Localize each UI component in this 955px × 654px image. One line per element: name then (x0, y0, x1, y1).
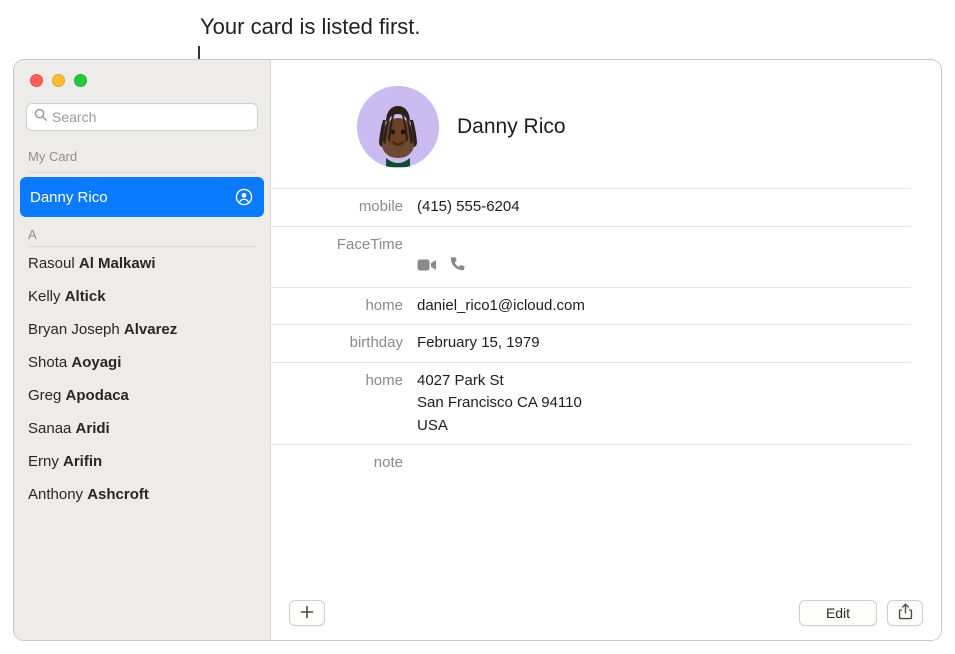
search-icon (33, 107, 48, 127)
card-header: Danny Rico (271, 60, 941, 188)
first-name: Anthony (28, 486, 83, 503)
search-box[interactable] (26, 103, 258, 131)
last-name: Alvarez (124, 321, 177, 338)
zoom-window-button[interactable] (74, 74, 87, 87)
field-label: note (271, 452, 417, 475)
first-name: Erny (28, 453, 59, 470)
avatar[interactable] (357, 86, 439, 168)
last-name: Aoyagi (71, 354, 121, 371)
last-name: Aridi (76, 420, 110, 437)
person-circle-icon (234, 187, 254, 207)
contact-name-label: Danny Rico (30, 189, 108, 206)
list-item[interactable]: Kelly Altick (14, 280, 270, 313)
phone-icon[interactable] (449, 234, 465, 280)
last-name: Apodaca (66, 387, 129, 404)
contacts-window: My Card Danny Rico A Rasoul Al Malkawi K… (13, 59, 942, 641)
field-row-note: note (271, 444, 911, 482)
divider (28, 172, 256, 173)
video-icon[interactable] (417, 234, 437, 279)
add-contact-button[interactable] (289, 600, 325, 626)
list-item[interactable]: Erny Arifin (14, 445, 270, 478)
search-container (14, 96, 270, 139)
field-label: home (271, 370, 417, 438)
field-label: birthday (271, 332, 417, 355)
list-item[interactable]: Sanaa Aridi (14, 412, 270, 445)
field-row-address: home 4027 Park St San Francisco CA 94110… (271, 362, 911, 445)
bottom-toolbar: Edit (271, 586, 941, 640)
last-name: Al Malkawi (79, 255, 156, 272)
contact-detail-pane: Danny Rico mobile (415) 555-6204 FaceTim… (271, 60, 941, 640)
last-name: Ashcroft (87, 486, 149, 503)
toolbar-right-group: Edit (799, 600, 923, 626)
field-label: FaceTime (271, 234, 417, 280)
annotation-text: Your card is listed first. (200, 14, 421, 40)
window-traffic-lights (14, 60, 270, 96)
contact-list[interactable]: My Card Danny Rico A Rasoul Al Malkawi K… (14, 139, 270, 640)
section-header-A: A (14, 221, 270, 244)
field-row-facetime: FaceTime (271, 226, 911, 287)
list-item[interactable]: Shota Aoyagi (14, 346, 270, 379)
field-row-email: home daniel_rico1@icloud.com (271, 287, 911, 325)
field-label: home (271, 295, 417, 318)
list-item[interactable]: Anthony Ashcroft (14, 478, 270, 511)
field-value[interactable]: daniel_rico1@icloud.com (417, 295, 585, 318)
field-value: February 15, 1979 (417, 332, 540, 355)
plus-icon (300, 605, 314, 622)
field-row-mobile: mobile (415) 555-6204 (271, 188, 911, 226)
search-input[interactable] (52, 109, 251, 125)
list-item[interactable]: Rasoul Al Malkawi (14, 247, 270, 280)
first-name: Bryan Joseph (28, 321, 120, 338)
contact-display-name: Danny Rico (457, 115, 566, 139)
list-item-mycard[interactable]: Danny Rico (20, 177, 264, 217)
minimize-window-button[interactable] (52, 74, 65, 87)
last-name: Arifin (63, 453, 102, 470)
first-name: Kelly (28, 288, 61, 305)
section-header-mycard: My Card (14, 139, 270, 170)
list-item[interactable]: Bryan Joseph Alvarez (14, 313, 270, 346)
share-button[interactable] (887, 600, 923, 626)
edit-button-label: Edit (826, 605, 850, 621)
first-name: Greg (28, 387, 61, 404)
facetime-actions (417, 234, 465, 280)
field-value[interactable]: (415) 555-6204 (417, 196, 520, 219)
sidebar: My Card Danny Rico A Rasoul Al Malkawi K… (14, 60, 271, 640)
field-row-birthday: birthday February 15, 1979 (271, 324, 911, 362)
list-item[interactable]: Greg Apodaca (14, 379, 270, 412)
first-name: Shota (28, 354, 67, 371)
share-icon (898, 603, 913, 623)
field-label: mobile (271, 196, 417, 219)
field-value[interactable]: 4027 Park St San Francisco CA 94110 USA (417, 370, 582, 438)
close-window-button[interactable] (30, 74, 43, 87)
last-name: Altick (65, 288, 106, 305)
first-name: Rasoul (28, 255, 75, 272)
field-list: mobile (415) 555-6204 FaceTime home dani… (271, 188, 941, 482)
first-name: Sanaa (28, 420, 71, 437)
edit-button[interactable]: Edit (799, 600, 877, 626)
